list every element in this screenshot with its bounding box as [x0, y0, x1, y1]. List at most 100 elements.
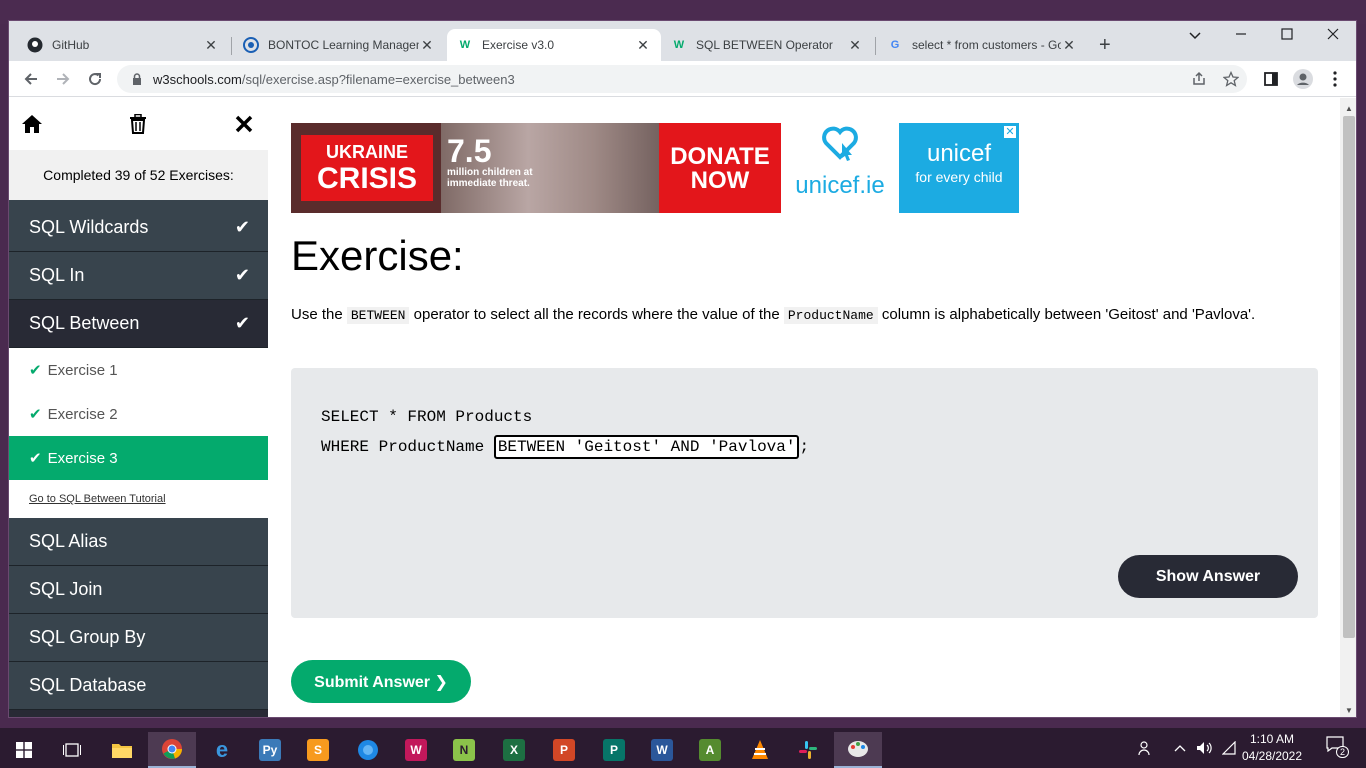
minimize-icon[interactable]	[1218, 27, 1264, 43]
sidebar-item-sql-wildcards[interactable]: SQL Wildcards ✔	[9, 204, 268, 252]
close-tab-icon[interactable]: ✕	[847, 37, 863, 54]
windows-start-icon[interactable]	[0, 732, 48, 768]
app-green-icon[interactable]: A	[686, 732, 734, 768]
close-window-icon[interactable]	[1310, 27, 1356, 43]
code-line-2-prefix: WHERE ProductName	[321, 438, 494, 456]
slack-icon[interactable]	[784, 732, 832, 768]
ad-banner[interactable]: UKRAINE CRISIS 7.5 million children at i…	[291, 123, 1019, 213]
side-panel-icon[interactable]	[1259, 67, 1283, 91]
inline-code: BETWEEN	[346, 307, 410, 324]
close-tab-icon[interactable]: ✕	[635, 37, 651, 54]
close-tab-icon[interactable]: ✕	[203, 37, 219, 54]
python-icon[interactable]: Py	[246, 732, 294, 768]
app-blue-icon[interactable]	[344, 732, 392, 768]
exercise-description: Use the BETWEEN operator to select all t…	[291, 302, 1321, 328]
sidebar-item-label: SQL Between	[29, 313, 140, 333]
tab-title: SQL BETWEEN Operator	[696, 38, 833, 52]
progress-text: Completed 39 of 52 Exercises:	[9, 150, 268, 200]
sidebar-item-label: SQL Group By	[29, 627, 146, 647]
tab-title: select * from customers - Go	[912, 38, 1061, 52]
moodle-icon	[243, 37, 259, 53]
browser-toolbar: w3schools.com/sql/exercise.asp?filename=…	[9, 61, 1356, 97]
ad-unicef-logo: unicef for every child ✕	[899, 123, 1019, 213]
sidebar-item-label: SQL Wildcards	[29, 217, 149, 237]
winrar-icon[interactable]: W	[392, 732, 440, 768]
tab-exercise[interactable]: W Exercise v3.0 ✕	[447, 29, 661, 61]
ad-close-icon[interactable]: ✕	[1003, 125, 1017, 139]
task-view-icon[interactable]	[48, 732, 96, 768]
new-tab-button[interactable]: +	[1099, 35, 1111, 55]
tab-title: GitHub	[52, 38, 90, 52]
home-icon[interactable]	[20, 112, 44, 136]
word-icon[interactable]: W	[638, 732, 686, 768]
sidebar-toolbar	[9, 98, 268, 150]
sidebar-item-sql-alias[interactable]: SQL Alias	[9, 518, 268, 566]
windows-taskbar: e Py S W N X P P W A 1:10 AM 04/28/2022 …	[0, 728, 1366, 768]
page-content: Completed 39 of 52 Exercises: SQL Wildca…	[9, 98, 1356, 717]
bookmark-star-icon[interactable]	[1219, 67, 1243, 91]
close-tab-icon[interactable]: ✕	[419, 37, 435, 54]
tab-bar: GitHub ✕ BONTOC Learning Managem ✕ W Exe…	[9, 21, 1356, 61]
address-bar[interactable]: w3schools.com/sql/exercise.asp?filename=…	[117, 65, 1247, 93]
back-arrow-icon[interactable]	[19, 67, 43, 91]
reload-icon[interactable]	[83, 67, 107, 91]
scroll-up-arrow-icon[interactable]: ▲	[1345, 104, 1353, 113]
exercise-main: UKRAINE CRISIS 7.5 million children at i…	[291, 98, 1336, 717]
heart-cursor-icon	[781, 123, 899, 174]
ad-tagline: for every child	[915, 169, 1003, 185]
tab-google-search[interactable]: G select * from customers - Go ✕	[877, 29, 1087, 61]
tray-chevron-up-icon[interactable]	[1174, 728, 1186, 768]
sidebar-item-sql-between[interactable]: SQL Between ✔	[9, 300, 268, 348]
tab-bontoc[interactable]: BONTOC Learning Managem ✕	[233, 29, 445, 61]
edge-icon[interactable]: e	[198, 732, 246, 768]
show-answer-button[interactable]: Show Answer	[1118, 555, 1298, 598]
ad-donate-line1: DONATE	[670, 143, 770, 170]
sidebar-item-sql-group-by[interactable]: SQL Group By	[9, 614, 268, 662]
taskbar-clock[interactable]: 1:10 AM 04/28/2022	[1236, 731, 1308, 765]
ad-badge-line2: CRISIS	[316, 162, 418, 195]
exercise-item-2[interactable]: ✔ Exercise 2	[9, 392, 268, 436]
file-explorer-icon[interactable]	[98, 732, 146, 768]
page-scrollbar[interactable]: ▲ ▼	[1340, 98, 1356, 717]
maximize-icon[interactable]	[1264, 27, 1310, 43]
powerpoint-icon[interactable]: P	[540, 732, 588, 768]
ad-donate-line2: NOW	[690, 167, 750, 194]
scroll-down-arrow-icon[interactable]: ▼	[1345, 706, 1353, 715]
sidebar-item-label: SQL In	[29, 265, 85, 285]
forward-arrow-icon[interactable]	[51, 67, 75, 91]
tab-sql-between[interactable]: W SQL BETWEEN Operator ✕	[661, 29, 873, 61]
page-title: Exercise:	[291, 232, 464, 279]
sidebar-item-sql-database[interactable]: SQL Database	[9, 662, 268, 710]
notification-center-icon[interactable]: 2	[1322, 736, 1350, 760]
answer-input[interactable]: BETWEEN 'Geitost' AND 'Pavlova'	[493, 435, 800, 459]
vlc-icon[interactable]	[736, 732, 784, 768]
ad-site: unicef.ie	[795, 172, 885, 199]
sidebar-item-sql-join[interactable]: SQL Join	[9, 566, 268, 614]
close-icon[interactable]	[232, 112, 256, 136]
paint-icon[interactable]	[834, 732, 882, 768]
volume-icon[interactable]	[1196, 728, 1214, 768]
tab-github[interactable]: GitHub ✕	[17, 29, 229, 61]
sublime-text-icon[interactable]: S	[294, 732, 342, 768]
ad-donate-button[interactable]: DONATE NOW	[659, 123, 781, 213]
profile-avatar-icon[interactable]	[1291, 67, 1315, 91]
notepad-icon[interactable]: N	[440, 732, 488, 768]
exercise-label: Exercise 1	[47, 361, 118, 379]
code-line-2: WHERE ProductName BETWEEN 'Geitost' AND …	[321, 432, 809, 462]
sidebar-item-sql-in[interactable]: SQL In ✔	[9, 252, 268, 300]
trash-icon[interactable]	[126, 112, 150, 136]
tutorial-link[interactable]: Go to SQL Between Tutorial	[9, 480, 268, 518]
excel-icon[interactable]: X	[490, 732, 538, 768]
chrome-icon[interactable]	[148, 732, 196, 768]
scrollbar-thumb[interactable]	[1343, 116, 1355, 638]
tab-search-chevron-icon[interactable]	[1172, 27, 1218, 43]
exercise-item-1[interactable]: ✔ Exercise 1	[9, 348, 268, 392]
exercise-item-3[interactable]: ✔ Exercise 3	[9, 436, 268, 480]
menu-kebab-icon[interactable]	[1323, 67, 1347, 91]
submit-answer-button[interactable]: Submit Answer ❯	[291, 660, 471, 703]
publisher-icon[interactable]: P	[590, 732, 638, 768]
wifi-icon[interactable]	[1222, 728, 1236, 768]
share-icon[interactable]	[1187, 67, 1211, 91]
people-icon[interactable]	[1138, 728, 1154, 768]
close-tab-icon[interactable]: ✕	[1061, 37, 1077, 54]
